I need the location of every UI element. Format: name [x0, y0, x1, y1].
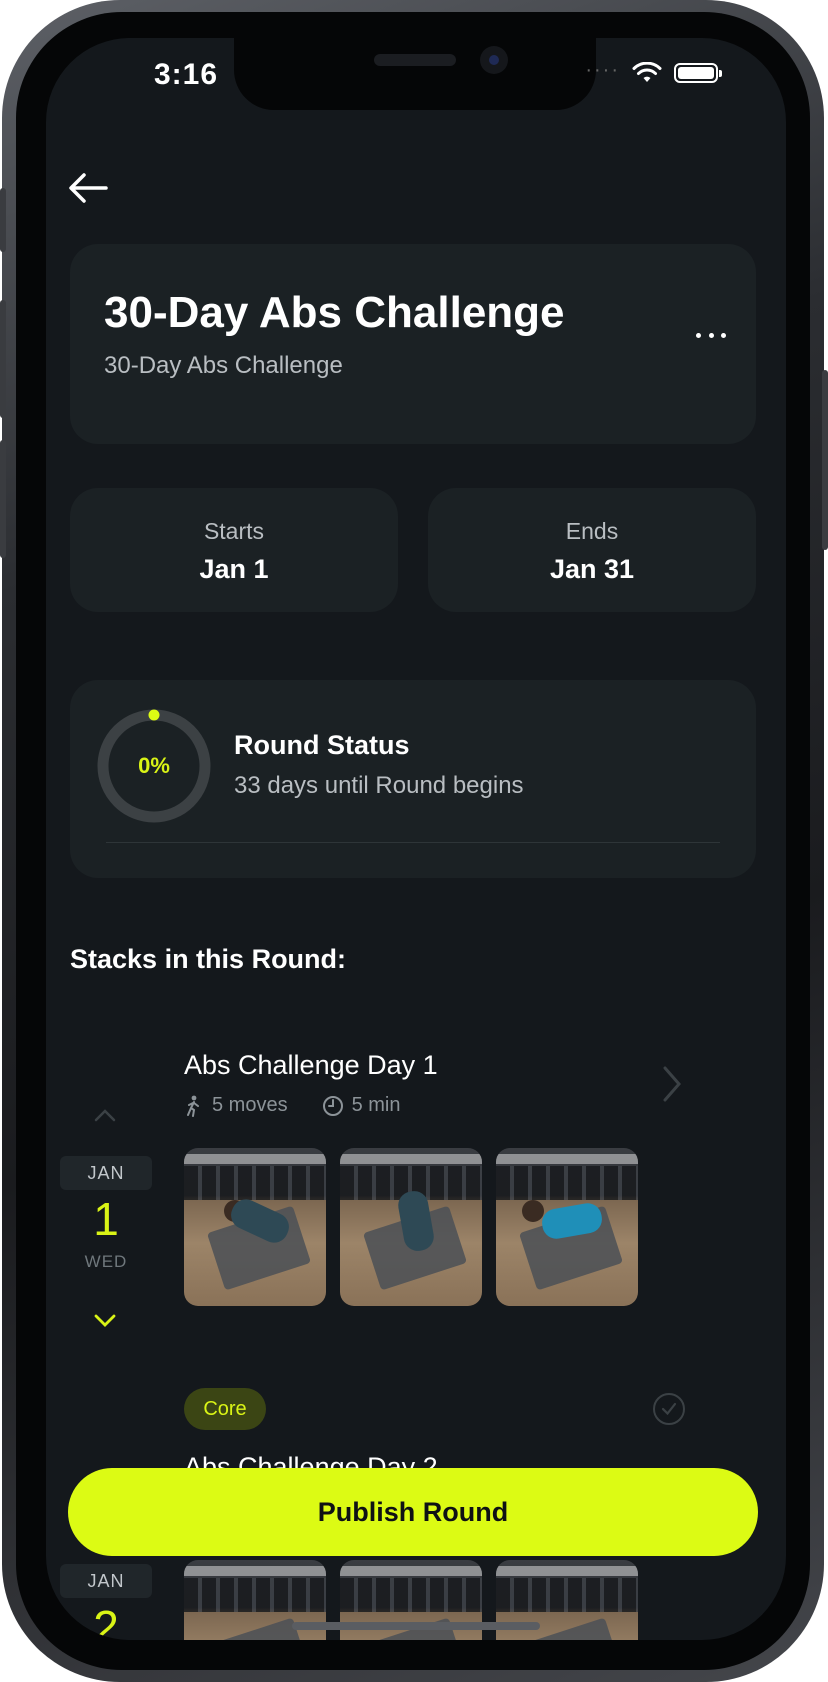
stack-month: JAN: [60, 1156, 152, 1190]
divider: [106, 842, 720, 843]
move-thumbnail[interactable]: [340, 1148, 482, 1306]
back-arrow-icon[interactable]: [66, 170, 110, 206]
stack-day: 1: [93, 1193, 119, 1245]
volume-down-button: [0, 440, 6, 558]
cellular-signal-icon: ····: [585, 58, 620, 81]
chevron-down-icon[interactable]: [94, 1314, 116, 1328]
status-time: 3:16: [154, 58, 219, 91]
chevron-up-icon[interactable]: [94, 1108, 116, 1122]
move-thumbnail[interactable]: [496, 1148, 638, 1306]
stack-meta: 5 moves 5 min: [182, 1094, 401, 1117]
round-status-title: Round Status: [234, 730, 410, 760]
moves-count: 5 moves: [212, 1094, 288, 1116]
earpiece-speaker: [374, 54, 456, 66]
volume-up-button: [0, 300, 6, 418]
app-screen: 3:16 ···· 30-Day Abs Challenge 30-Day Ab…: [46, 38, 786, 1640]
mute-switch: [0, 188, 6, 252]
checkmark-circle-icon[interactable]: [652, 1392, 686, 1426]
round-title: 30-Day Abs Challenge: [104, 288, 565, 337]
chevron-right-icon[interactable]: [660, 1064, 684, 1104]
round-status-card: 0% Round Status 33 days until Round begi…: [70, 680, 756, 878]
notch: [234, 38, 596, 110]
stack-date-2: JAN 2: [60, 1564, 152, 1640]
stacks-section-title: Stacks in this Round:: [70, 944, 347, 974]
stack-month: JAN: [60, 1564, 152, 1598]
battery-icon: [674, 63, 722, 83]
progress-percent: 0%: [138, 753, 170, 778]
move-thumbnail[interactable]: [184, 1148, 326, 1306]
stack-day: 2: [93, 1601, 119, 1640]
power-button: [822, 370, 828, 550]
starts-card: Starts Jan 1: [70, 488, 398, 612]
round-subtitle: 30-Day Abs Challenge: [104, 352, 343, 379]
category-tag[interactable]: Core: [184, 1388, 266, 1430]
duration: 5 min: [351, 1094, 401, 1116]
ends-value: Jan 31: [549, 554, 635, 584]
front-camera: [480, 46, 508, 74]
publish-round-button[interactable]: Publish Round: [68, 1468, 758, 1556]
stack-weekday: WED: [84, 1252, 128, 1271]
wifi-icon: [632, 62, 662, 82]
stack-title[interactable]: Abs Challenge Day 1: [184, 1050, 438, 1081]
round-header-card: 30-Day Abs Challenge 30-Day Abs Challeng…: [70, 244, 756, 444]
stack-date-1: JAN 1 WED: [60, 1156, 152, 1272]
more-options-icon[interactable]: [696, 328, 726, 342]
ends-label: Ends: [565, 518, 619, 544]
round-status-subtitle: 33 days until Round begins: [234, 772, 524, 799]
move-thumbnails: [184, 1148, 638, 1306]
status-icons: ····: [585, 58, 722, 84]
clock-icon: [322, 1095, 343, 1116]
walking-person-icon: [187, 1095, 199, 1117]
ends-card: Ends Jan 31: [428, 488, 756, 612]
starts-label: Starts: [203, 518, 265, 544]
home-indicator: [292, 1622, 540, 1630]
starts-value: Jan 1: [199, 554, 269, 584]
